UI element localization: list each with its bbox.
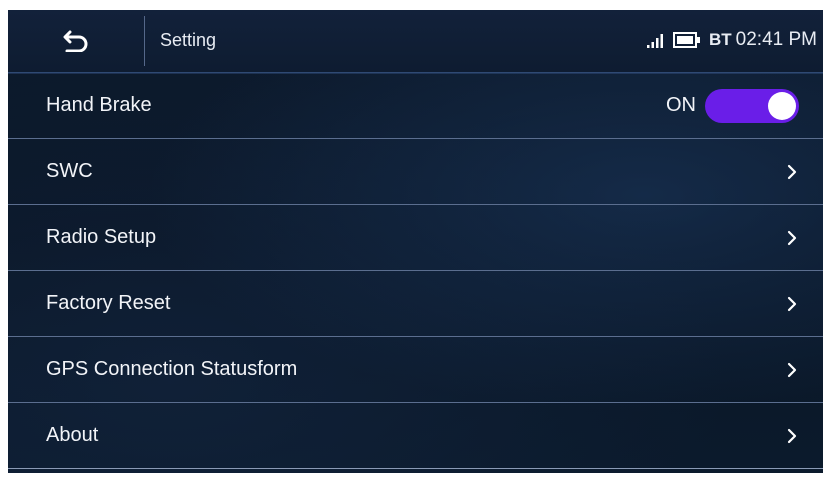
menu-item-label: SWC (46, 160, 93, 182)
menu-item-label: Radio Setup (46, 226, 157, 248)
title-divider (144, 16, 145, 66)
settings-screen: Setting BT 02:41 PM Hand Brake ON SWC Ra… (8, 10, 823, 473)
battery-icon (673, 32, 700, 48)
clock: 02:41 PM (735, 29, 817, 50)
chevron-right-icon (787, 139, 797, 204)
menu-item-swc[interactable]: SWC (8, 139, 823, 205)
menu-item-about[interactable]: About (8, 403, 823, 469)
signal-strength-icon (647, 34, 663, 48)
chevron-right-icon (787, 205, 797, 270)
menu-item-gps-connection-status[interactable]: GPS Connection Statusform (8, 337, 823, 403)
back-button[interactable] (8, 10, 144, 72)
status-bar: Setting BT 02:41 PM (8, 10, 823, 73)
status-indicators: BT 02:41 PM (647, 28, 817, 52)
menu-item-label: About (46, 424, 99, 446)
menu-item-label: GPS Connection Statusform (46, 358, 298, 380)
menu-item-hand-brake[interactable]: Hand Brake ON (8, 73, 823, 139)
hand-brake-toggle-group: ON (666, 73, 799, 138)
back-arrow-icon (63, 30, 88, 52)
bluetooth-status: BT (709, 30, 732, 49)
menu-item-radio-setup[interactable]: Radio Setup (8, 205, 823, 271)
chevron-right-icon (787, 271, 797, 336)
toggle-state-label: ON (666, 94, 696, 116)
menu-item-factory-reset[interactable]: Factory Reset (8, 271, 823, 337)
menu-item-label: Hand Brake (46, 94, 152, 116)
menu-item-label: Factory Reset (46, 292, 171, 314)
chevron-right-icon (787, 403, 797, 468)
toggle-knob (768, 91, 796, 120)
settings-menu: Hand Brake ON SWC Radio Setup Factory Re… (8, 73, 823, 469)
hand-brake-toggle[interactable] (705, 88, 799, 123)
chevron-right-icon (787, 337, 797, 402)
page-title: Setting (160, 30, 217, 50)
